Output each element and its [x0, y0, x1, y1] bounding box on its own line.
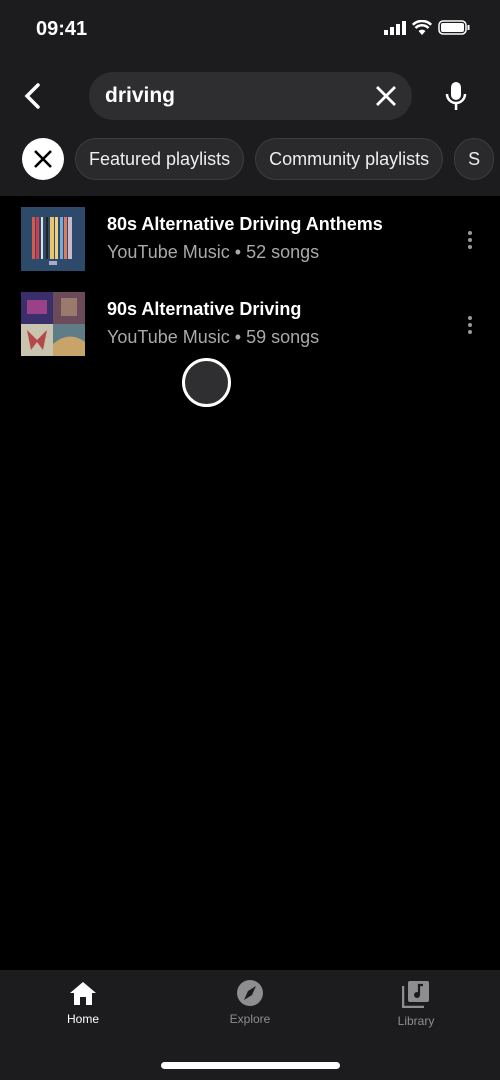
nav-home[interactable]: Home — [33, 980, 133, 1026]
more-options-icon[interactable] — [466, 315, 474, 335]
separator: • — [234, 327, 242, 347]
status-time: 09:41 — [36, 18, 88, 40]
library-icon — [402, 981, 429, 1008]
nav-library-label: Library — [397, 1014, 435, 1028]
filter-chips: Featured playlists Community playlists S — [22, 138, 495, 180]
chip-more[interactable]: S — [454, 138, 495, 180]
playlist-thumbnail — [21, 207, 85, 271]
home-icon — [70, 982, 96, 1005]
clear-search-icon[interactable] — [374, 84, 398, 108]
search-input[interactable]: driving — [89, 72, 412, 120]
result-title: 80s Alternative Driving Anthems — [107, 214, 383, 234]
back-icon[interactable] — [20, 80, 48, 112]
result-subtitle: YouTube Music • 52 songs — [107, 242, 319, 263]
home-indicator[interactable] — [161, 1062, 340, 1069]
playlist-thumbnail — [21, 292, 85, 356]
separator: • — [234, 242, 242, 262]
result-count: 59 songs — [246, 327, 320, 347]
more-options-icon[interactable] — [466, 230, 474, 250]
search-query[interactable]: driving — [105, 84, 175, 108]
nav-explore[interactable]: Explore — [200, 980, 300, 1026]
result-title: 90s Alternative Driving — [107, 299, 302, 319]
nav-explore-label: Explore — [229, 1012, 271, 1026]
result-row[interactable]: 90s Alternative Driving YouTube Music • … — [0, 285, 500, 365]
result-source: YouTube Music — [107, 327, 230, 347]
signal-icon — [384, 20, 406, 35]
result-source: YouTube Music — [107, 242, 230, 262]
chip-featured-playlists[interactable]: Featured playlists — [75, 138, 245, 180]
chip-community-playlists[interactable]: Community playlists — [255, 138, 444, 180]
header: 09:41 driving Featured playlists Communi… — [0, 0, 500, 196]
compass-icon — [237, 980, 263, 1006]
wifi-icon — [412, 20, 432, 35]
battery-icon — [438, 20, 470, 35]
nav-home-label: Home — [66, 1012, 99, 1026]
close-icon — [34, 150, 52, 168]
clear-filter-button[interactable] — [22, 138, 64, 180]
status-icons — [384, 20, 470, 35]
result-count: 52 songs — [246, 242, 320, 262]
result-subtitle: YouTube Music • 59 songs — [107, 327, 319, 348]
microphone-icon[interactable] — [443, 80, 469, 112]
nav-library[interactable]: Library — [366, 980, 466, 1028]
touch-indicator — [182, 358, 231, 407]
result-row[interactable]: 80s Alternative Driving Anthems YouTube … — [0, 200, 500, 280]
